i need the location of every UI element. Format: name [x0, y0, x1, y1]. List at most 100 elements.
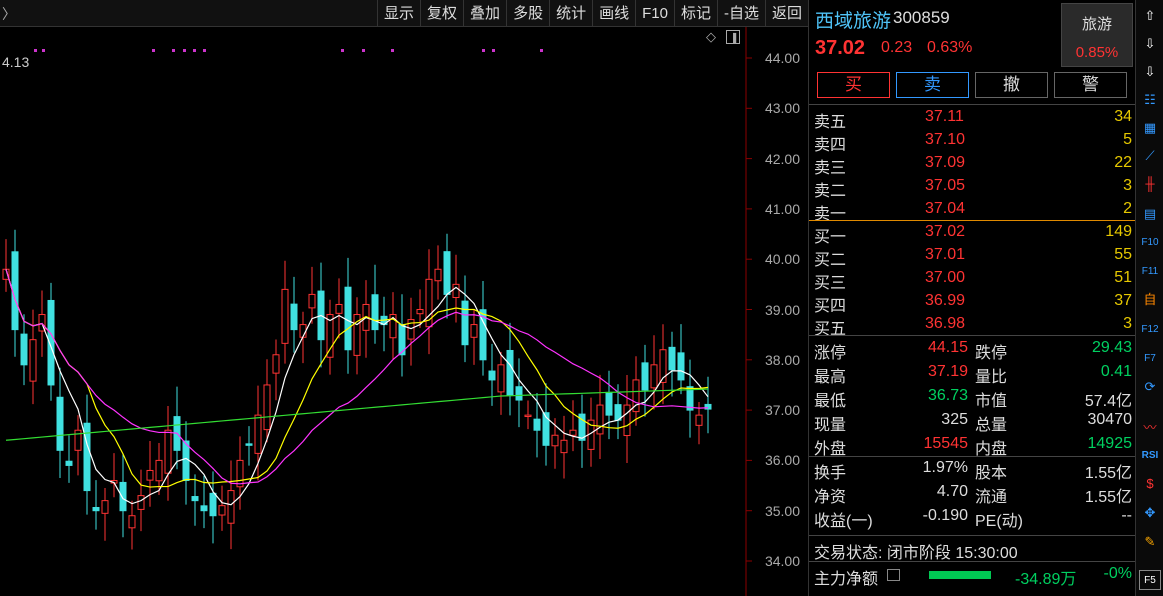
toolbar-remove-watchlist-button[interactable]: -自选	[716, 0, 765, 27]
sell-button[interactable]: 卖	[896, 72, 969, 98]
main-fund-pct: -0%	[1103, 565, 1132, 582]
candle-body	[101, 500, 109, 514]
ask-volume: 5	[1123, 131, 1132, 148]
down-arrow-icon[interactable]: ⇩	[1139, 34, 1161, 54]
ask-price: 37.11	[925, 108, 964, 125]
stat-value: 1.97%	[922, 459, 968, 476]
bid-price: 37.00	[925, 269, 966, 286]
stat-label: 现量	[814, 417, 847, 434]
candle-body	[56, 396, 64, 451]
event-marker	[193, 49, 196, 52]
bid-row[interactable]: 买四 36.99 37	[809, 290, 1136, 315]
f10-icon[interactable]: F10	[1139, 233, 1161, 253]
candle-body	[569, 429, 577, 436]
ask-price: 37.05	[925, 177, 966, 194]
stats-row: 换手 1.97% 股本 1.55亿	[809, 457, 1136, 482]
toolbar-statistics-button[interactable]: 统计	[549, 0, 592, 27]
f11-icon[interactable]: F11	[1139, 262, 1161, 282]
stock-code: 300859	[893, 8, 950, 27]
candle-body	[695, 414, 703, 426]
wave-icon[interactable]: 〰	[1139, 418, 1161, 438]
divider	[809, 456, 1136, 457]
bid-volume: 149	[1105, 223, 1132, 240]
candlestick-chart-svg[interactable]	[0, 27, 808, 596]
list-icon[interactable]: ☷	[1139, 90, 1161, 110]
main-fund-label: 主力净额	[814, 571, 879, 588]
candle-body	[182, 440, 190, 482]
panel-toggle-icon[interactable]: ▐	[726, 30, 740, 44]
news-icon[interactable]: ▤	[1139, 204, 1161, 224]
candle-body	[236, 459, 244, 488]
alert-button[interactable]: 警	[1054, 72, 1127, 98]
detail-icon[interactable]	[887, 569, 900, 581]
y-tick-label: 44.00	[764, 50, 800, 66]
candle-body	[155, 459, 163, 482]
stock-name[interactable]: 西域旅游	[815, 6, 891, 33]
bid-volume: 51	[1114, 269, 1132, 286]
buy-button[interactable]: 买	[817, 72, 890, 98]
main-fund-flow[interactable]: 主力净额 -34.89万 -0%	[809, 563, 1136, 588]
f5-icon[interactable]: F5	[1139, 570, 1161, 590]
move-icon[interactable]: ✥	[1139, 503, 1161, 523]
rsi-icon[interactable]: RSI	[1139, 446, 1161, 466]
f7-icon[interactable]: F7	[1139, 349, 1161, 369]
dollar-icon[interactable]: $	[1139, 474, 1161, 494]
candle-body	[551, 434, 559, 447]
bid-row[interactable]: 买二 37.01 55	[809, 244, 1136, 269]
toolbar-adjust-button[interactable]: 复权	[420, 0, 463, 27]
refresh-icon[interactable]: ⟳	[1139, 377, 1161, 397]
pencil-icon[interactable]: ✎	[1139, 532, 1161, 552]
candle-body	[605, 391, 613, 416]
bid-row[interactable]: 买一 37.02 149	[809, 221, 1136, 246]
stats-row: 涨停 44.15 跌停 29.43	[809, 337, 1136, 362]
ask-row[interactable]: 卖五 37.11 34	[809, 106, 1136, 131]
toolbar-overlay-button[interactable]: 叠加	[463, 0, 506, 27]
bid-row[interactable]: 买五 36.98 3	[809, 313, 1136, 338]
toolbar-f10-button[interactable]: F10	[635, 0, 674, 27]
stat-value: 44.15	[927, 339, 968, 356]
bid-book: 买一 37.02 149 买二 37.01 55 买三 37.00 51 买四 36.99 37…	[809, 221, 1136, 338]
stat-value: 1.55亿	[1084, 489, 1132, 506]
line-chart-icon[interactable]: ⟋	[1139, 146, 1161, 166]
diamond-icon[interactable]: ◇	[704, 30, 718, 44]
price-change-pct: 0.63%	[927, 39, 973, 56]
stats-row: 收益(一) -0.190 PE(动) --	[809, 505, 1136, 530]
candle-body	[200, 505, 208, 512]
back-arrow-icon[interactable]: 〉	[2, 4, 16, 24]
candle-body	[443, 251, 451, 295]
ask-row[interactable]: 卖一 37.04 2	[809, 198, 1136, 223]
ask-row[interactable]: 卖三 37.09 22	[809, 152, 1136, 177]
y-tick-label: 40.00	[764, 251, 800, 268]
candle-icon[interactable]: ╫	[1139, 174, 1161, 194]
f12-icon[interactable]: F12	[1139, 320, 1161, 340]
ask-row[interactable]: 卖二 37.05 3	[809, 175, 1136, 200]
self-icon[interactable]: 自	[1139, 290, 1161, 310]
ask-row[interactable]: 卖四 37.10 5	[809, 129, 1136, 154]
grid-icon[interactable]: ▦	[1139, 118, 1161, 138]
stat-label: 收益(一)	[814, 513, 873, 530]
divider	[809, 561, 1136, 562]
stat-label: 涨停	[814, 345, 847, 362]
candlestick-chart[interactable]: 4.13 ◇ ▐ 44.00 43.00 42.00 41.00 40.00 39.00 3…	[0, 27, 808, 596]
up-arrow-icon[interactable]: ⇧	[1139, 6, 1161, 26]
candle-body	[416, 309, 424, 315]
down-arrow-icon[interactable]: ⇩	[1139, 62, 1161, 82]
toolbar-multi-stock-button[interactable]: 多股	[506, 0, 549, 27]
toolbar-mark-button[interactable]: 标记	[673, 0, 717, 27]
stat-label: 总量	[975, 417, 1008, 434]
ask-volume: 22	[1114, 154, 1132, 171]
toolbar-return-button[interactable]: 返回	[764, 0, 808, 27]
event-marker	[492, 49, 495, 52]
cancel-order-button[interactable]: 撤	[975, 72, 1048, 98]
stat-value: 325	[941, 411, 968, 428]
stat-value: 1.55亿	[1084, 465, 1132, 482]
toolbar-display-button[interactable]: 显示	[377, 0, 420, 27]
stats-row: 现量 325 总量 30470	[809, 409, 1136, 434]
sector-box[interactable]: 旅游 0.85%	[1061, 3, 1133, 67]
bid-volume: 37	[1114, 292, 1132, 309]
bid-row[interactable]: 买三 37.00 51	[809, 267, 1136, 292]
y-tick-label: 37.00	[764, 402, 800, 419]
toolbar-draw-button[interactable]: 画线	[592, 0, 635, 27]
event-marker	[183, 49, 186, 52]
stat-value: 4.70	[936, 483, 968, 500]
